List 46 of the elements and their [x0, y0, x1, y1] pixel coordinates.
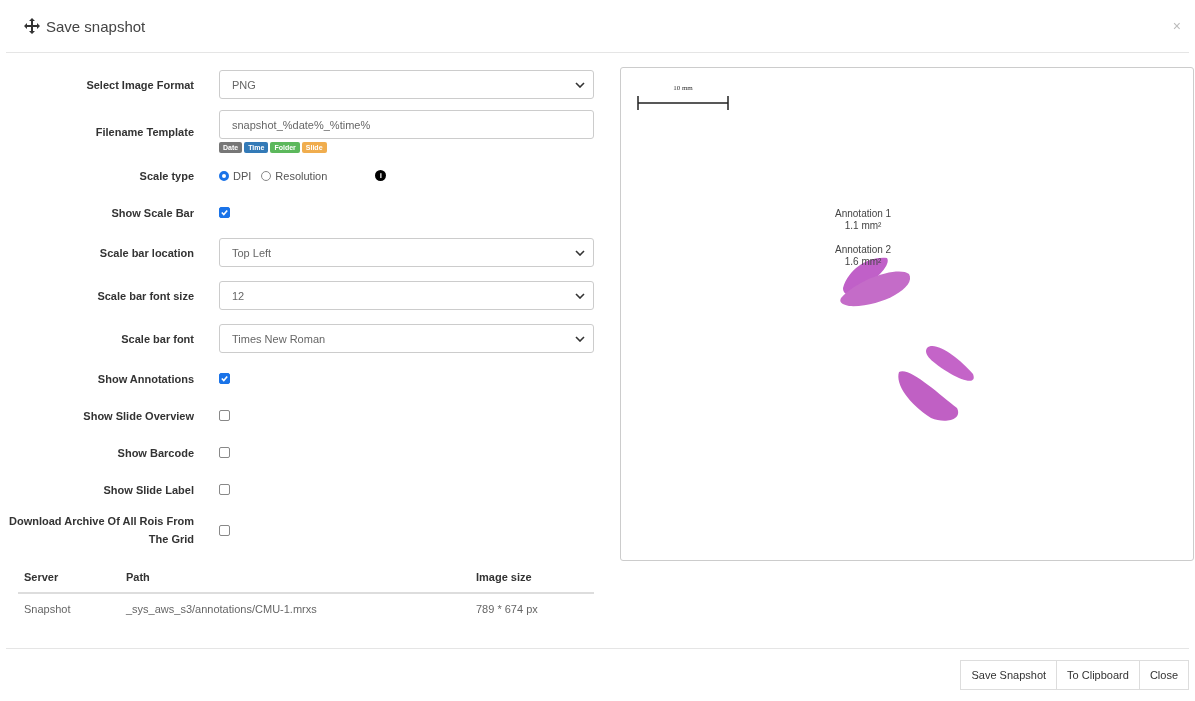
checkbox[interactable]: [219, 373, 230, 384]
select-field[interactable]: PNG: [219, 70, 594, 99]
field-label: Scale bar font: [120, 331, 194, 347]
field-label: Download Archive Of All Rois From The Grid: [8, 514, 194, 547]
checkbox[interactable]: [219, 484, 230, 495]
info-icon[interactable]: i: [375, 170, 387, 181]
chevron-down-icon: [575, 292, 585, 299]
table-cell: Snapshot: [18, 593, 120, 624]
chevron-down-icon: [575, 335, 585, 342]
checkbox[interactable]: [219, 410, 230, 421]
field-label: Show Slide Label: [102, 482, 194, 498]
field-label: Scale type: [138, 168, 194, 184]
move-icon: [24, 18, 40, 34]
column-header: Image size: [470, 562, 594, 593]
field-label: Show Barcode: [116, 445, 194, 461]
footer-button[interactable]: To Clipboard: [1056, 660, 1140, 690]
annotation-area: 1.6 mm²: [844, 256, 882, 268]
checkbox[interactable]: [219, 207, 230, 218]
filename-field[interactable]: snapshot_%date%_%time%: [219, 110, 594, 139]
column-header: Path: [120, 562, 470, 593]
field-label: Show Slide Overview: [82, 408, 194, 424]
footer-button[interactable]: Save Snapshot: [960, 660, 1058, 690]
select-field[interactable]: 12: [219, 281, 594, 310]
checkbox[interactable]: [219, 447, 230, 458]
chevron-down-icon: [575, 249, 585, 256]
column-header: Server: [18, 562, 120, 593]
table-cell: _sys_aws_s3/annotations/CMU-1.mrxs: [120, 593, 470, 624]
dialog-title: Save snapshot: [46, 17, 146, 35]
chevron-down-icon: [575, 81, 585, 88]
field-label: Scale bar font size: [96, 288, 194, 304]
radio-label: DPI: [233, 169, 252, 182]
radio-button[interactable]: [219, 170, 229, 181]
annotation-area: 1.1 mm²: [844, 220, 882, 232]
radio-label: Resolution: [275, 169, 328, 182]
field-label: Show Scale Bar: [110, 205, 194, 221]
select-field[interactable]: Times New Roman: [219, 324, 594, 353]
annotation-name: Annotation 1: [835, 208, 892, 220]
checkbox[interactable]: [219, 524, 230, 536]
footer-button[interactable]: Close: [1138, 660, 1189, 690]
field-label: Select Image Format: [85, 77, 194, 93]
field-label: Scale bar location: [98, 245, 194, 261]
field-label: Show Annotations: [96, 371, 194, 387]
table-cell: 789 * 674 px: [470, 593, 594, 624]
select-field[interactable]: Top Left: [219, 238, 594, 267]
field-label: Filename Template: [94, 124, 194, 140]
annotation-name: Annotation 2: [835, 244, 892, 256]
